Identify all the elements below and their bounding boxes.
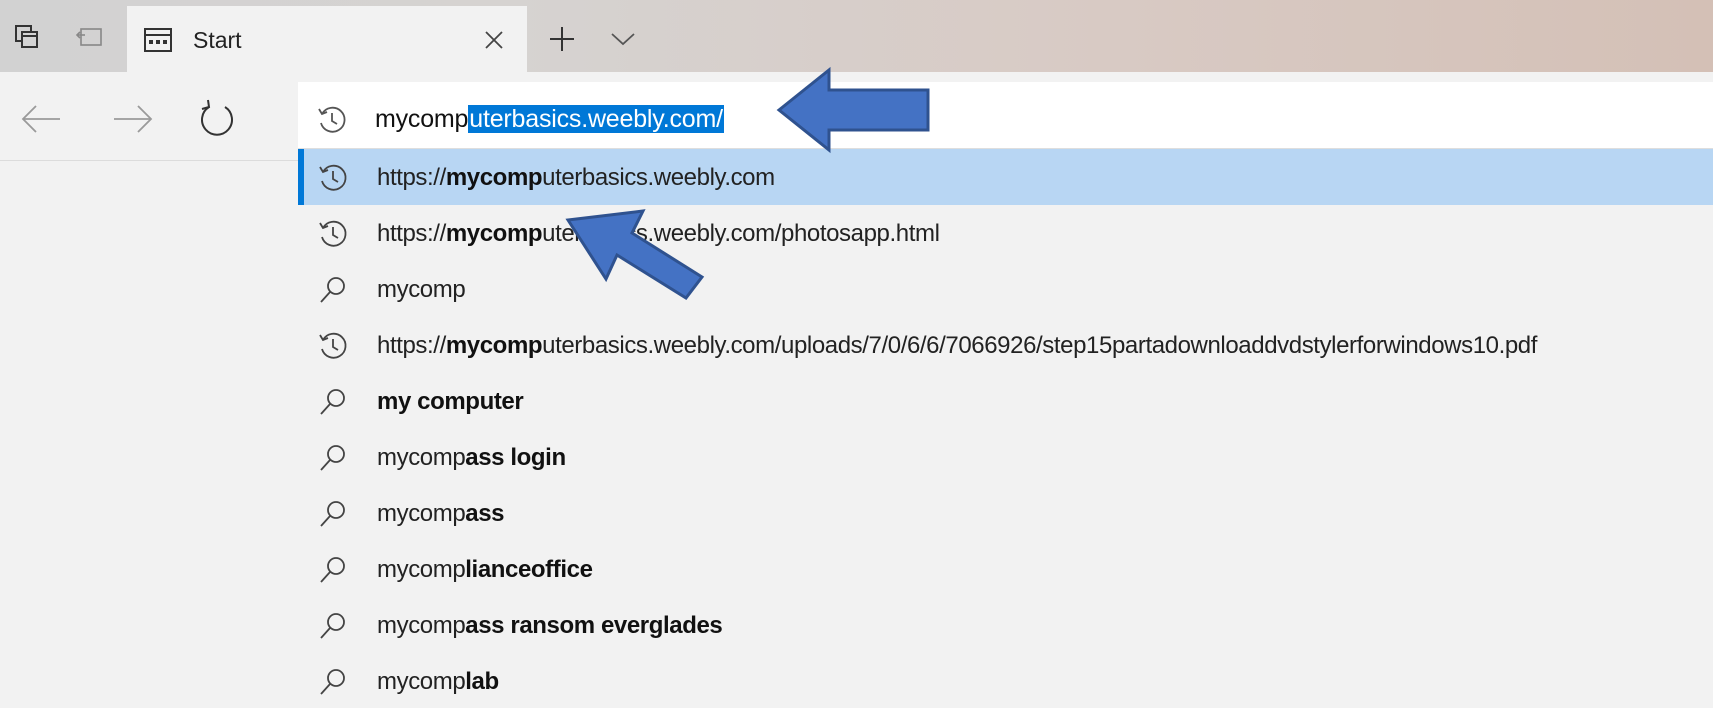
suggestion-text: mycompass ransom everglades [377,612,723,640]
suggestion-item[interactable]: my computer [298,373,1713,429]
suggestion-item[interactable]: https://mycomputerbasics.weebly.com/uplo… [298,317,1713,373]
suggestion-text: mycomplianceoffice [377,556,593,584]
history-icon [316,104,348,141]
suggestion-text: mycomplab [377,668,499,696]
set-aside-tabs-icon[interactable] [74,22,104,52]
suggestion-text-match: mycomp [445,332,543,359]
annotation-arrow-up [565,209,705,300]
suggestion-text-prefix: mycomp [377,612,466,639]
suggestion-item[interactable]: https://mycomputerbasics.weebly.com [298,149,1713,205]
suggestion-text-match: my computer [377,388,524,415]
suggestion-text: https://mycomputerbasics.weebly.com [377,164,775,192]
suggestion-text-match: mycomp [445,164,543,191]
suggestion-text-prefix: https:// [377,220,446,247]
forward-arrow-icon[interactable] [108,94,158,144]
suggestion-text-match: mycomp [445,220,543,247]
suggestion-text-suffix: uterbasics.weebly.com/uploads/7/0/6/6/70… [542,332,1538,359]
tab-preview-icon[interactable] [12,22,42,52]
address-typed-text: mycomp [375,105,469,133]
history-icon [316,161,350,195]
tab-start[interactable]: Start [127,6,527,72]
suggestion-text-match: ass login [465,444,566,471]
tab-title: Start [193,27,242,53]
suggestion-text-match: lianceoffice [465,556,593,583]
suggestion-text-prefix: https:// [377,164,446,191]
address-bar[interactable]: mycomputerbasics.weebly.com/ [298,82,1713,157]
search-icon [316,497,350,531]
suggestion-text: my computer [377,388,524,416]
suggestion-text-prefix: https:// [377,332,446,359]
new-tab-icon[interactable] [545,22,579,56]
address-input[interactable]: mycomputerbasics.weebly.com/ [375,105,724,134]
suggestion-text: mycompass [377,500,505,528]
suggestion-text-match: ass ransom everglades [465,612,723,639]
suggestions-dropdown: https://mycomputerbasics.weebly.com https… [298,148,1713,708]
suggestion-item[interactable]: mycomplianceoffice [298,541,1713,597]
suggestion-text-match: lab [465,668,499,695]
search-icon [316,665,350,699]
start-page-icon [143,26,173,59]
browser-window: Start mycomputerbasics.weebly.com/ https… [0,0,1713,708]
suggestion-item[interactable]: mycomplab [298,653,1713,708]
annotation-arrow-left [776,66,930,154]
suggestion-text-prefix: mycomp [377,444,466,471]
search-icon [316,609,350,643]
suggestion-item[interactable]: mycomp [298,261,1713,317]
search-icon [316,441,350,475]
back-arrow-icon[interactable] [16,94,66,144]
search-icon [316,385,350,419]
refresh-icon[interactable] [192,94,242,144]
suggestion-text: mycomp [377,276,466,304]
suggestion-text-prefix: mycomp [377,500,466,527]
search-icon [316,553,350,587]
tab-bar: Start [0,0,1713,72]
suggestion-item[interactable]: https://mycomputerbasics.weebly.com/phot… [298,205,1713,261]
address-autocomplete-selection: uterbasics.weebly.com/ [468,105,724,133]
suggestion-text-prefix: mycomp [377,276,466,303]
suggestion-text: mycompass login [377,444,566,472]
suggestion-item[interactable]: mycompass [298,485,1713,541]
suggestion-item[interactable]: mycompass login [298,429,1713,485]
suggestion-text-suffix: uterbasics.weebly.com [542,164,775,191]
search-icon [316,273,350,307]
suggestion-item[interactable]: mycompass ransom everglades [298,597,1713,653]
history-icon [316,217,350,251]
history-icon [316,329,350,363]
suggestion-text-match: ass [465,500,505,527]
left-panel [0,160,298,708]
suggestion-text-prefix: mycomp [377,556,466,583]
suggestion-text: https://mycomputerbasics.weebly.com/uplo… [377,332,1537,360]
close-tab-icon[interactable] [479,25,509,55]
suggestion-text-prefix: mycomp [377,668,466,695]
chevron-down-icon[interactable] [606,22,640,56]
